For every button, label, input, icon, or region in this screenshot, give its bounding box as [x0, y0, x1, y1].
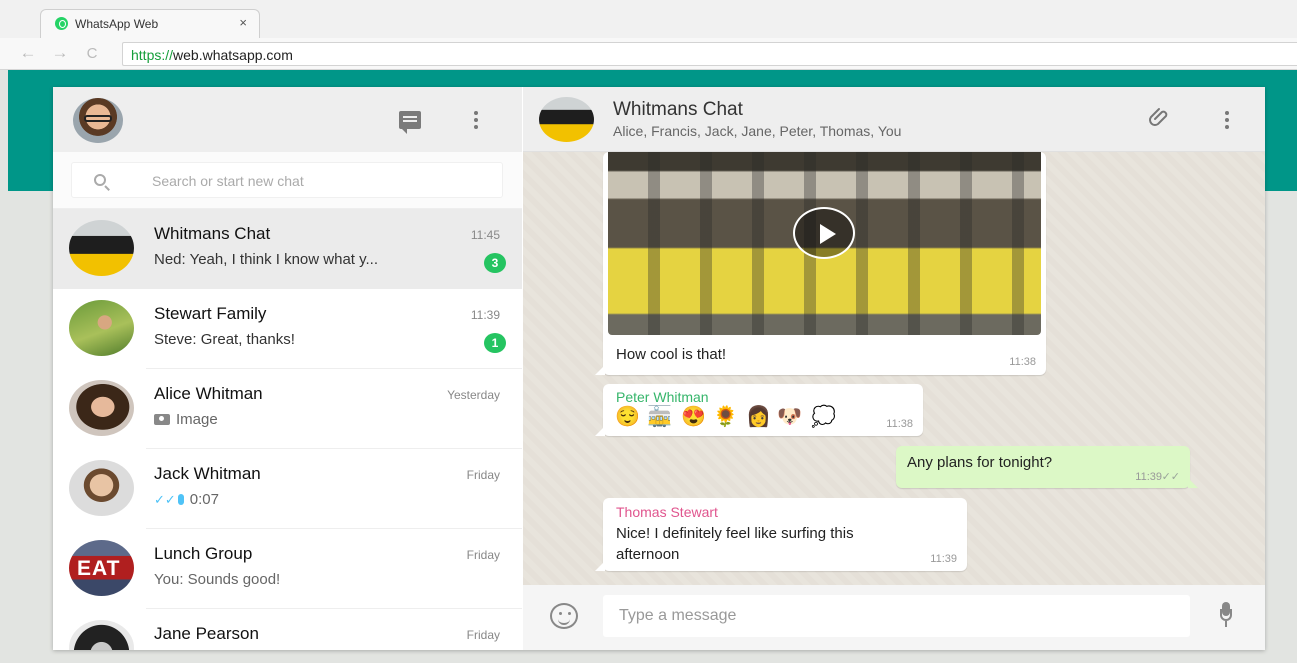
chat-name: Jane Pearson	[154, 624, 259, 643]
voice-note-icon	[177, 494, 184, 505]
avatar-sign-text: EAT	[77, 557, 121, 580]
chat-time: Friday	[466, 468, 500, 482]
chat-last-message: Ned: Yeah, I think I know what y...	[154, 251, 379, 268]
chat-list: Whitmans Chat 11:45 Ned: Yeah, I think I…	[53, 209, 522, 650]
message-text-line-2: afternoon	[616, 546, 680, 563]
search-area	[53, 152, 522, 209]
address-bar[interactable]: https://web.whatsapp.com	[122, 42, 1297, 66]
message-sender: Thomas Stewart	[616, 504, 718, 520]
emoji-relieved: 😌	[615, 406, 640, 428]
message-text-line-1: Nice! I definitely feel like surfing thi…	[616, 525, 854, 542]
message-time: 11:38	[886, 418, 913, 430]
avatar	[69, 220, 134, 276]
search-box[interactable]	[71, 162, 503, 198]
text-message-bubble: Thomas Stewart Nice! I definitely feel l…	[595, 498, 967, 571]
read-ticks-icon: ✓✓	[154, 492, 176, 507]
conversation-header[interactable]: Whitmans Chat Alice, Francis, Jack, Jane…	[523, 87, 1265, 152]
conversation-panel: Whitmans Chat Alice, Francis, Jack, Jane…	[523, 87, 1265, 650]
forward-arrow-icon[interactable]: →	[50, 43, 70, 63]
message-input[interactable]	[603, 595, 1190, 637]
reload-icon[interactable]: C	[82, 45, 102, 62]
message-time: 11:39	[930, 553, 957, 565]
avatar	[69, 460, 134, 516]
emoji-woman: 👩	[746, 406, 771, 428]
chat-last-text: 0:07	[189, 491, 219, 508]
chat-last-message: Steve: Great, thanks!	[154, 331, 295, 348]
glasses-icon	[84, 115, 112, 122]
whatsapp-app-window: Whitmans Chat 11:45 Ned: Yeah, I think I…	[53, 87, 1265, 650]
chat-time: 11:45	[470, 228, 500, 242]
back-arrow-icon[interactable]: ←	[18, 43, 38, 63]
emoji-message-bubble: Peter Whitman 😌 🚋 😍 🌻 👩 🐶 💭 11:38	[595, 384, 923, 436]
video-message-bubble: How cool is that! 11:38	[595, 152, 1046, 375]
attach-paperclip-icon[interactable]	[1148, 106, 1172, 130]
camera-icon	[154, 414, 170, 425]
microphone-icon[interactable]	[1220, 602, 1232, 630]
chat-time: Yesterday	[447, 388, 500, 402]
left-header	[53, 87, 522, 152]
avatar	[69, 620, 134, 650]
chat-last-message: ✓✓ 0:07	[154, 491, 434, 508]
chat-name: Jack Whitman	[154, 464, 261, 483]
read-ticks-icon: ✓✓	[1161, 471, 1180, 483]
video-thumbnail[interactable]	[608, 152, 1041, 335]
message-time: 11:38	[1009, 356, 1036, 368]
conversation-members: Alice, Francis, Jack, Jane, Peter, Thoma…	[613, 123, 902, 139]
emoji-tram: 🚋	[647, 406, 672, 428]
chat-time: Friday	[466, 548, 500, 562]
avatar	[69, 380, 134, 436]
message-sender: Peter Whitman	[616, 389, 709, 405]
chat-item-jack-whitman[interactable]: Jack Whitman Friday ✓✓ 0:07	[53, 449, 522, 529]
unread-badge: 3	[484, 253, 506, 273]
tab-close-icon[interactable]: ×	[239, 15, 247, 30]
browser-tab-strip: WhatsApp Web ×	[0, 0, 1297, 38]
play-icon[interactable]	[793, 207, 855, 259]
chat-item-jane-pearson[interactable]: Jane Pearson Friday	[53, 609, 522, 650]
emoji-thought-bubble: 💭	[811, 406, 836, 428]
conversation-menu-dots-icon[interactable]	[1224, 109, 1230, 131]
emoji-dog: 🐶	[777, 406, 802, 428]
conversation-title: Whitmans Chat	[613, 99, 743, 120]
url-host: web.whatsapp.com	[173, 47, 293, 63]
chat-time: Friday	[466, 628, 500, 642]
message-text: Any plans for tonight?	[907, 454, 1053, 471]
address-url: https://web.whatsapp.com	[131, 47, 293, 63]
new-chat-icon[interactable]	[399, 111, 421, 134]
avatar	[69, 300, 134, 356]
chat-last-message: You: Sounds good!	[154, 571, 281, 588]
chat-last-message: Image	[154, 411, 434, 428]
chat-list-panel: Whitmans Chat 11:45 Ned: Yeah, I think I…	[53, 87, 522, 650]
chat-item-whitmans-chat[interactable]: Whitmans Chat 11:45 Ned: Yeah, I think I…	[53, 209, 522, 289]
emoji-picker-icon[interactable]	[550, 603, 578, 629]
chat-name: Lunch Group	[154, 544, 253, 563]
my-profile-avatar[interactable]	[73, 98, 123, 143]
chat-time: 11:39	[470, 308, 500, 322]
browser-tab[interactable]: WhatsApp Web ×	[40, 9, 260, 38]
chat-item-lunch-group[interactable]: EAT Lunch Group Friday You: Sounds good!	[53, 529, 522, 609]
message-time: 11:39	[1135, 471, 1162, 483]
menu-dots-icon[interactable]	[473, 109, 479, 131]
chat-name: Stewart Family	[154, 304, 267, 323]
search-icon	[94, 174, 106, 186]
outgoing-message-bubble: Any plans for tonight? 11:39 ✓✓	[896, 446, 1198, 488]
message-text: How cool is that!	[616, 346, 727, 363]
tab-title: WhatsApp Web	[75, 17, 159, 31]
whatsapp-favicon-icon	[55, 17, 68, 30]
chat-last-text: Image	[176, 411, 218, 428]
composer-bar	[523, 585, 1265, 650]
url-scheme: https://	[131, 47, 174, 63]
conversation-avatar[interactable]	[539, 97, 594, 142]
browser-toolbar: ← → C https://web.whatsapp.com	[0, 38, 1297, 70]
search-input[interactable]	[152, 171, 482, 191]
emoji-heart-eyes: 😍	[681, 406, 706, 428]
chat-item-stewart-family[interactable]: Stewart Family 11:39 Steve: Great, thank…	[53, 289, 522, 369]
chat-item-alice-whitman[interactable]: Alice Whitman Yesterday Image	[53, 369, 522, 449]
unread-badge: 1	[484, 333, 506, 353]
chat-name: Alice Whitman	[154, 384, 263, 403]
message-area: How cool is that! 11:38 Peter Whitman 😌 …	[523, 152, 1265, 585]
chat-name: Whitmans Chat	[154, 224, 271, 243]
emoji-sunflower: 🌻	[713, 406, 738, 428]
avatar: EAT	[69, 540, 134, 596]
